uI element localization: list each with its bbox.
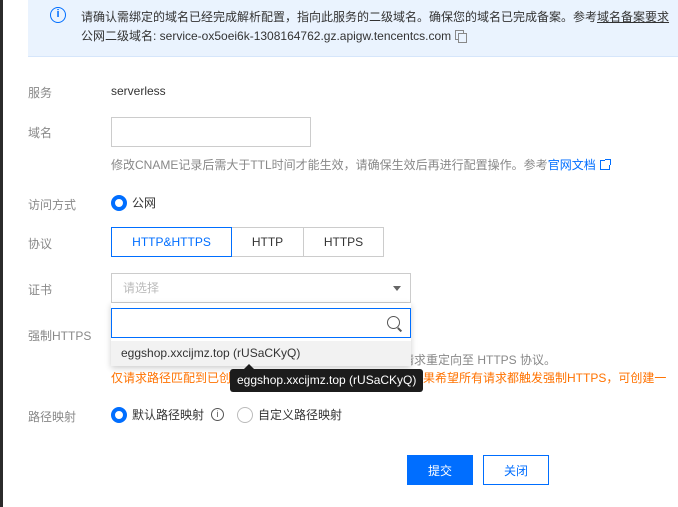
protocol-segmented-control: HTTP&HTTPS HTTP HTTPS <box>111 227 384 257</box>
path-custom-radio[interactable]: 自定义路径映射 <box>237 406 342 423</box>
notice-banner: i 请确认需绑定的域名已经完成解析配置，指向此服务的二级域名。确保您的域名已完成… <box>28 0 678 57</box>
force-https-label: 强制HTTPS <box>28 329 92 343</box>
cert-tooltip: eggshop.xxcijmz.top (rUSaCKyQ) <box>230 364 424 392</box>
protocol-https[interactable]: HTTPS <box>303 227 384 257</box>
access-label: 访问方式 <box>28 198 77 212</box>
search-icon <box>387 316 400 329</box>
cert-dropdown: eggshop.xxcijmz.top (rUSaCKyQ) <box>111 303 411 366</box>
subdomain-line: 公网二级域名: service-ox5oei6k-1308164762.gz.a… <box>81 27 468 44</box>
domain-input[interactable] <box>111 117 311 147</box>
path-mapping-label: 路径映射 <box>28 410 77 424</box>
cert-placeholder: 请选择 <box>123 281 160 295</box>
radio-checked-icon[interactable] <box>111 406 127 423</box>
notice-text: 请确认需绑定的域名已经完成解析配置，指向此服务的二级域名。确保您的域名已完成备案… <box>81 10 670 24</box>
cert-option[interactable]: eggshop.xxcijmz.top (rUSaCKyQ) <box>111 341 411 366</box>
service-label: 服务 <box>28 86 53 100</box>
force-https-hint: 请求重定向至 HTTPS 协议。 <box>402 353 557 367</box>
external-link-icon[interactable] <box>599 159 611 170</box>
path-default-radio[interactable]: 默认路径映射 i <box>111 406 225 423</box>
radio-checked-icon[interactable] <box>111 194 127 211</box>
cert-search-input[interactable] <box>111 308 411 338</box>
subdomain-value: service-ox5oei6k-1308164762.gz.apigw.ten… <box>159 29 452 43</box>
domain-hint: 修改CNAME记录后需大于TTL时间才能生效，请确保生效后再进行配置操作。参考官… <box>111 156 611 173</box>
window-edge <box>0 0 3 507</box>
service-value: serverless <box>111 84 166 98</box>
filing-requirements-link[interactable]: 域名备案要求 <box>597 10 669 24</box>
domain-label: 域名 <box>28 126 53 140</box>
protocol-http-https[interactable]: HTTP&HTTPS <box>111 227 232 257</box>
copy-icon[interactable] <box>455 30 468 43</box>
access-public-radio[interactable]: 公网 <box>111 194 156 211</box>
protocol-http[interactable]: HTTP <box>231 227 304 257</box>
cert-select[interactable]: 请选择 <box>111 273 411 303</box>
submit-button[interactable]: 提交 <box>407 455 473 485</box>
info-icon[interactable]: i <box>211 408 225 421</box>
protocol-label: 协议 <box>28 237 53 251</box>
cert-label: 证书 <box>28 283 53 297</box>
chevron-down-icon <box>393 286 401 291</box>
radio-unchecked-icon[interactable] <box>237 406 253 423</box>
official-docs-link[interactable]: 官网文档 <box>548 158 596 172</box>
info-icon: i <box>50 7 66 23</box>
close-button[interactable]: 关闭 <box>483 455 549 485</box>
